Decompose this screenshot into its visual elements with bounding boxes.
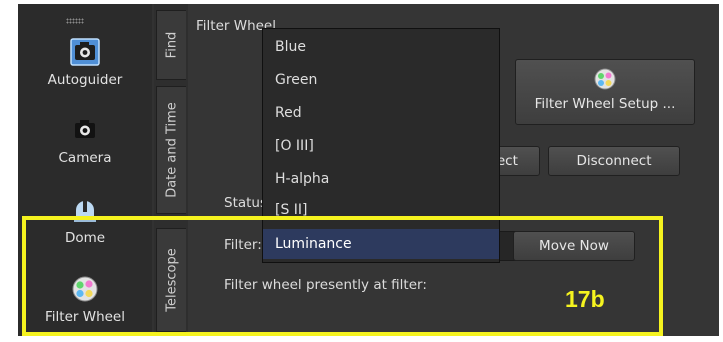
annotation-highlight-box [22, 216, 663, 336]
tab-find[interactable]: Find [156, 10, 186, 80]
sidebar-item-camera[interactable]: Camera [18, 116, 152, 166]
dropdown-option-red[interactable]: Red [263, 98, 499, 128]
tab-label: Find [164, 31, 179, 59]
button-label: Disconnect [576, 153, 652, 169]
sidebar-grip-handle[interactable] [66, 18, 84, 24]
tab-date-and-time[interactable]: Date and Time [156, 86, 186, 214]
annotation-label: 17b [565, 286, 605, 312]
button-label: Filter Wheel Setup ... [534, 96, 676, 112]
camera-icon [70, 38, 100, 66]
sidebar-item-label: Autoguider [47, 72, 123, 88]
filter-wheel-setup-button[interactable]: Filter Wheel Setup ... [515, 59, 695, 125]
dropdown-option-green[interactable]: Green [263, 65, 499, 95]
dropdown-option-h-alpha[interactable]: H-alpha [263, 164, 499, 194]
sidebar-item-autoguider[interactable]: Autoguider [18, 38, 152, 88]
disconnect-button[interactable]: Disconnect [548, 146, 680, 176]
sidebar-item-label: Camera [58, 150, 112, 166]
dropdown-option-o-iii[interactable]: [O III] [263, 131, 499, 161]
dropdown-option-blue[interactable]: Blue [263, 32, 499, 62]
filter-wheel-icon [593, 68, 617, 90]
tab-label: Date and Time [164, 102, 179, 198]
camera-icon [70, 116, 100, 144]
